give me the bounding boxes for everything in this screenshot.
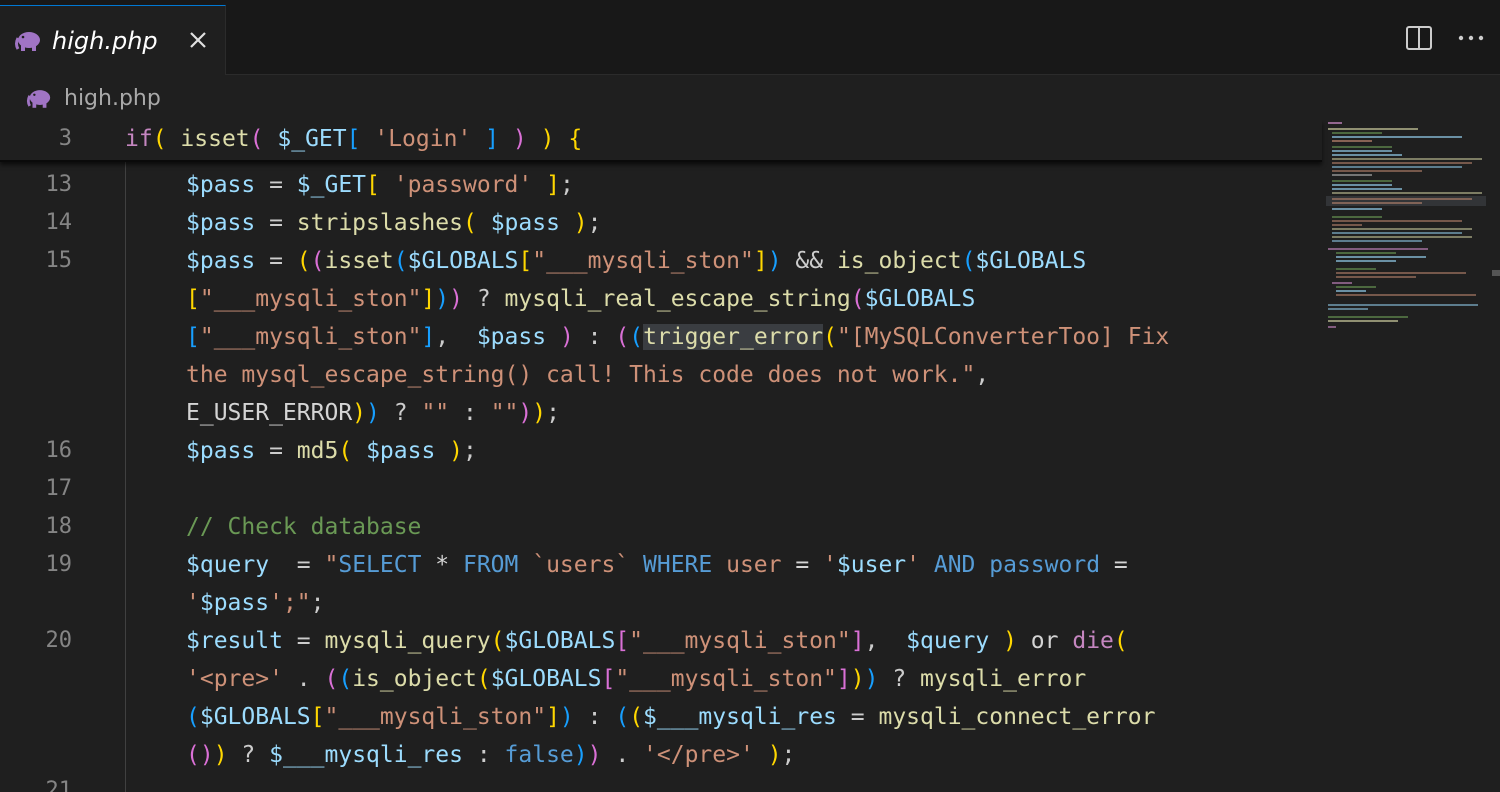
code-editor[interactable]: 3 if( isset( $_GET[ 'Login' ] ) ) { 13 1… (0, 120, 1500, 792)
tab-high-php[interactable]: high.php (0, 5, 226, 75)
more-actions-button[interactable] (1456, 23, 1486, 53)
editor-actions (1404, 23, 1486, 53)
code-line-14: $pass = stripslashes( $pass ); (186, 210, 602, 236)
split-editor-icon (1406, 26, 1432, 50)
breadcrumb: high.php (0, 76, 1500, 120)
php-elephant-icon (26, 89, 51, 108)
code-line-15-wrap: ["___mysqli_ston"], $pass ) : ((trigger_… (186, 324, 1170, 350)
line-number: 15 (45, 248, 73, 273)
line-number: 19 (45, 552, 73, 577)
line-number: 20 (45, 628, 73, 653)
code-line-15: $pass = ((isset($GLOBALS["___mysqli_ston… (186, 248, 1087, 274)
code-line-18: // Check database (186, 514, 422, 540)
sticky-scroll-line[interactable]: 3 if( isset( $_GET[ 'Login' ] ) ) { (0, 120, 1322, 162)
minimap[interactable] (1326, 120, 1486, 792)
tab-label: high.php (52, 26, 158, 55)
code-line-15-wrap: E_USER_ERROR)) ? "" : "")); (186, 400, 560, 426)
line-number: 16 (45, 438, 73, 463)
line-number: 14 (45, 210, 73, 235)
code-line: if( isset( $_GET[ 'Login' ] ) ) { (125, 126, 583, 152)
scrollbar-thumb[interactable] (1492, 270, 1500, 276)
code-line-19-wrap: '$pass';"; (186, 590, 325, 616)
code-line-20-wrap: ()) ? $___mysqli_res : false)) . '</pre>… (186, 742, 796, 768)
code-line-20-wrap: ($GLOBALS["___mysqli_ston"]) : (($___mys… (186, 704, 1156, 730)
code-line-15-wrap: the mysql_escape_string() call! This cod… (186, 362, 990, 388)
line-number: 21 (45, 778, 73, 792)
code-line-15-wrap: ["___mysqli_ston"])) ? mysqli_real_escap… (186, 286, 976, 312)
close-icon[interactable] (186, 28, 210, 52)
code-line-16: $pass = md5( $pass ); (186, 438, 477, 464)
split-editor-button[interactable] (1404, 23, 1434, 53)
code-line-13: $pass = $_GET[ 'password' ]; (186, 172, 574, 198)
line-number: 18 (45, 514, 73, 539)
line-number: 17 (45, 476, 73, 501)
indent-guide (125, 162, 126, 792)
line-number: 3 (58, 126, 72, 151)
line-number: 13 (45, 172, 73, 197)
breadcrumb-file[interactable]: high.php (64, 86, 161, 111)
code-line-20: $result = mysqli_query($GLOBALS["___mysq… (186, 628, 1128, 654)
code-line-19: $query = "SELECT * FROM `users` WHERE us… (186, 552, 1128, 578)
editor-tab-bar: high.php (0, 5, 1500, 75)
code-line-20-wrap: '<pre>' . ((is_object($GLOBALS["___mysql… (186, 666, 1087, 692)
php-elephant-icon (15, 31, 40, 51)
ellipsis-icon (1458, 35, 1484, 41)
